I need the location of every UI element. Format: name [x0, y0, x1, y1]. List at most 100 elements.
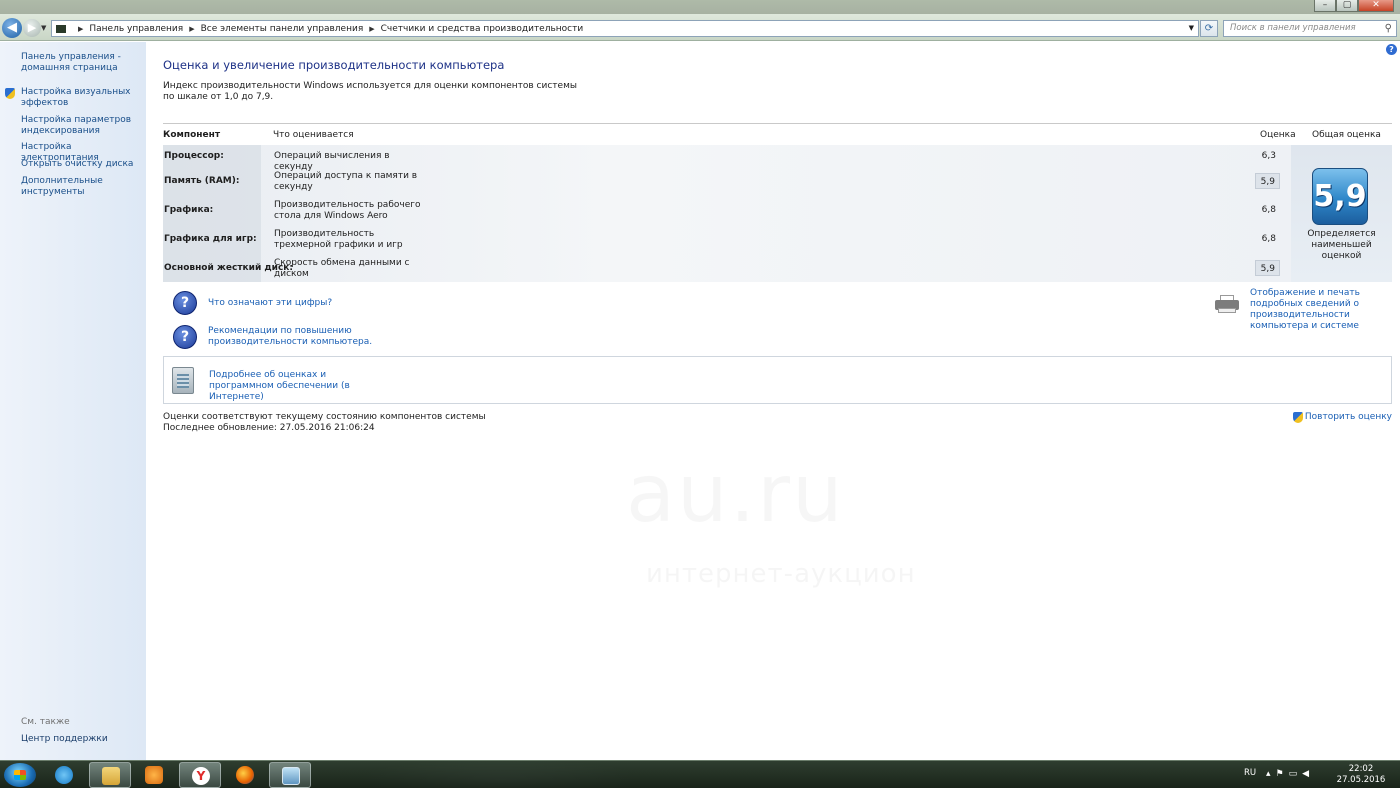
table-row: Память (RAM): Операций доступа к памяти …	[163, 170, 1291, 199]
address-dropdown-icon[interactable]: ▼	[1189, 24, 1194, 32]
status-current: Оценки соответствуют текущему состоянию …	[163, 412, 486, 422]
sidebar-item-disk-cleanup[interactable]: Открыть очистку диска	[21, 159, 141, 170]
action-center-flag-icon[interactable]: ⚑	[1276, 769, 1289, 779]
network-icon[interactable]: ▭	[1289, 769, 1303, 779]
sidebar: Панель управления - домашняя страница На…	[0, 42, 146, 760]
control-panel-icon	[56, 24, 66, 33]
question-icon: ?	[173, 325, 197, 349]
table-row: Основной жесткий диск: Скорость обмена д…	[163, 257, 1291, 286]
component-label: Память (RAM):	[164, 176, 240, 186]
column-header-overall: Общая оценка	[1312, 130, 1381, 140]
software-box-icon	[172, 367, 194, 394]
recent-pages-dropdown[interactable]: ▼	[41, 24, 46, 32]
forward-button[interactable]: ▶	[23, 19, 41, 37]
rerun-label: Повторить оценку	[1304, 412, 1392, 422]
volume-icon[interactable]: ◀	[1302, 769, 1314, 779]
status-last-update: Последнее обновление: 27.05.2016 21:06:2…	[163, 423, 375, 433]
page-title: Оценка и увеличение производительности к…	[163, 58, 505, 72]
breadcrumb-separator-icon[interactable]: ▶	[78, 25, 83, 33]
clock-time: 22:02	[1348, 764, 1374, 774]
close-button[interactable]: ✕	[1358, 0, 1394, 12]
taskbar-firefox[interactable]	[224, 762, 266, 788]
overall-score-badge: 5,9	[1312, 168, 1368, 225]
recommendations-link[interactable]: Рекомендации по повышению производительн…	[208, 326, 383, 348]
address-bar[interactable]: ▶ Панель управления ▶ Все элементы панел…	[51, 20, 1199, 37]
breadcrumb-all-items[interactable]: Все элементы панели управления	[201, 24, 364, 34]
component-description: Операций доступа к памяти в секунду	[274, 171, 418, 192]
control-panel-icon	[282, 767, 300, 785]
uac-shield-icon	[1292, 412, 1303, 423]
internet-explorer-icon	[55, 766, 73, 784]
component-description: Скорость обмена данными с диском	[274, 258, 410, 279]
taskbar: Y RU ▴⚑▭◀ 22:02 27.05.2016	[0, 760, 1400, 788]
search-icon[interactable]: ⚲	[1385, 23, 1392, 34]
back-button[interactable]: ◀	[2, 18, 22, 38]
see-also-heading: См. также	[21, 717, 70, 727]
table-row: Графика: Производительность рабочего сто…	[163, 199, 1291, 228]
overall-score-caption: Определяется наименьшей оценкой	[1307, 229, 1376, 261]
media-player-icon	[145, 766, 163, 784]
component-score: 6,8	[1261, 234, 1276, 244]
breadcrumb-separator-icon[interactable]: ▶	[189, 25, 194, 33]
sidebar-item-home[interactable]: Панель управления - домашняя страница	[21, 52, 141, 74]
maximize-button[interactable]: ▢	[1336, 0, 1358, 12]
what-numbers-link[interactable]: Что означают эти цифры?	[208, 298, 332, 309]
score-table: Процессор: Операций вычисления в секунду…	[163, 145, 1291, 282]
rerun-assessment-link[interactable]: Повторить оценку	[1292, 412, 1392, 423]
print-details-link[interactable]: Отображение и печать подробных сведений …	[1250, 288, 1394, 332]
uac-shield-icon	[5, 88, 15, 99]
watermark-logo: au.ru	[626, 447, 845, 540]
table-row: Графика для игр: Производительность трех…	[163, 228, 1291, 257]
file-explorer-icon	[102, 767, 120, 785]
firefox-icon	[236, 766, 254, 784]
taskbar-control-panel[interactable]	[269, 762, 311, 788]
control-panel-window: – ▢ ✕ ◀ ▶ ▼ ▶ Панель управления ▶ Все эл…	[0, 0, 1400, 760]
sidebar-item-indexing[interactable]: Настройка параметров индексирования	[21, 115, 141, 137]
taskbar-explorer[interactable]	[89, 762, 131, 788]
table-header: Компонент Что оценивается Оценка Общая о…	[163, 123, 1392, 145]
help-icon[interactable]: ?	[1386, 44, 1397, 55]
window-controls: – ▢ ✕	[1314, 0, 1394, 12]
component-score: 5,9	[1255, 260, 1280, 276]
component-score: 6,3	[1261, 151, 1276, 161]
breadcrumb-performance[interactable]: Счетчики и средства производительности	[381, 24, 584, 34]
minimize-button[interactable]: –	[1314, 0, 1336, 12]
taskbar-media-player[interactable]	[133, 762, 175, 788]
component-label: Графика для игр:	[164, 234, 257, 244]
column-header-score: Оценка	[1260, 130, 1296, 140]
more-info-link[interactable]: Подробнее об оценках и программном обесп…	[209, 370, 389, 403]
yandex-browser-icon: Y	[192, 767, 210, 785]
sidebar-item-visual-effects[interactable]: Настройка визуальных эффектов	[5, 87, 141, 109]
navigation-bar: ◀ ▶ ▼ ▶ Панель управления ▶ Все элементы…	[0, 14, 1400, 41]
page-description: Индекс производительности Windows исполь…	[163, 81, 577, 102]
title-bar: – ▢ ✕	[0, 0, 1400, 14]
sidebar-item-label: Настройка визуальных эффектов	[21, 87, 131, 108]
component-description: Производительность рабочего стола для Wi…	[274, 200, 421, 221]
main-content: ? au.ru интернет-аукцион Оценка и увелич…	[146, 42, 1400, 760]
taskbar-yandex[interactable]: Y	[179, 762, 221, 788]
windows-logo-icon	[14, 770, 26, 780]
refresh-button[interactable]: ⟳	[1200, 20, 1218, 37]
column-header-component: Компонент	[163, 130, 221, 140]
breadcrumb-separator-icon[interactable]: ▶	[369, 25, 374, 33]
column-header-what: Что оценивается	[273, 130, 354, 140]
system-clock[interactable]: 22:02 27.05.2016	[1336, 764, 1386, 786]
component-score: 6,8	[1261, 205, 1276, 215]
printer-icon	[1215, 295, 1239, 313]
component-label: Графика:	[164, 205, 214, 215]
breadcrumb-control-panel[interactable]: Панель управления	[89, 24, 183, 34]
language-indicator[interactable]: RU	[1244, 768, 1256, 778]
overall-score-panel: 5,9 Определяется наименьшей оценкой	[1291, 145, 1392, 282]
question-icon: ?	[173, 291, 197, 315]
action-center-link[interactable]: Центр поддержки	[21, 734, 108, 744]
search-input[interactable]: Поиск в панели управления ⚲	[1223, 20, 1397, 37]
taskbar-ie[interactable]	[43, 762, 85, 788]
search-placeholder: Поиск в панели управления	[1230, 23, 1356, 33]
show-hidden-icons-icon[interactable]: ▴	[1266, 769, 1276, 779]
more-info-box: Подробнее об оценках и программном обесп…	[163, 356, 1392, 404]
component-label: Процессор:	[164, 151, 224, 161]
sidebar-item-advanced-tools[interactable]: Дополнительные инструменты	[21, 176, 141, 198]
tray-icons: ▴⚑▭◀	[1266, 769, 1314, 779]
component-description: Производительность трехмерной графики и …	[274, 229, 403, 250]
start-button[interactable]	[4, 763, 36, 787]
